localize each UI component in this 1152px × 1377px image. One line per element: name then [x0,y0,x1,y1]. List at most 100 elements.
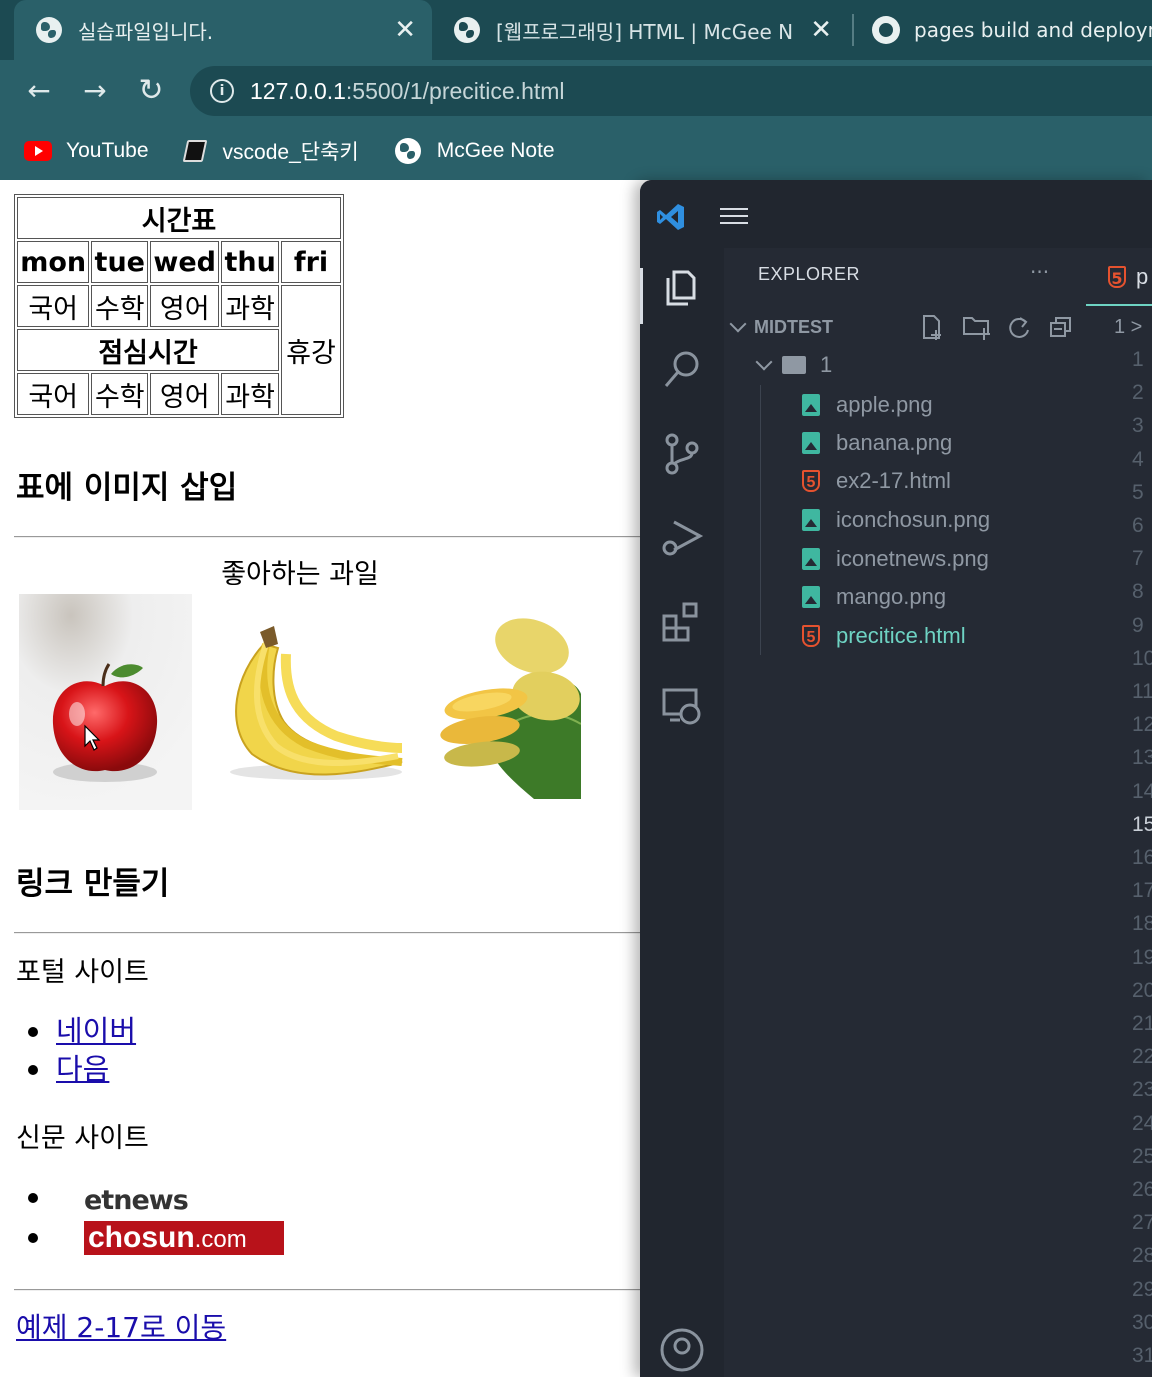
tab-practice[interactable]: 실습파일입니다. ✕ [14,0,432,60]
file-item-current[interactable]: 5 precitice.html [724,617,1112,655]
image-file-icon [802,586,820,608]
image-file-icon [802,509,820,531]
divider [14,536,642,538]
subject-cell: 국어 [17,373,90,415]
tab-title: 실습파일입니다. [78,19,214,44]
chosun-logo-suffix: .com [194,1226,247,1253]
bookmark-mcgee-note[interactable]: McGee Note [394,138,555,164]
new-folder-icon[interactable] [962,314,992,340]
naver-link[interactable]: 네이버 [56,1014,136,1048]
run-debug-icon[interactable] [660,516,704,560]
tab-github-pages[interactable]: pages build and deploym [858,0,1152,60]
more-actions-icon[interactable]: ··· [1030,260,1049,284]
file-name: apple.png [836,392,933,417]
file-name: iconchosun.png [836,507,991,532]
line-number: 21 [1132,1012,1152,1035]
folder-open-icon [782,356,806,374]
browser-toolbar: ← → ↻ i 127.0.0.1:5500/1/precitice.html [0,60,1152,122]
line-number: 9 [1132,613,1144,637]
line-number: 31 [1132,1344,1152,1367]
line-number: 10 [1132,646,1152,670]
refresh-icon[interactable] [1006,314,1032,340]
files-icon[interactable] [660,266,704,310]
html-file-icon: 5 [802,470,820,492]
image-file-icon [802,394,820,416]
news-link-list: etnews chosun.com [28,1178,284,1260]
file-item[interactable]: iconchosun.png [724,501,1112,539]
friday-cell: 휴강 [281,285,341,415]
vscode-titlebar [640,180,1152,248]
subject-cell: 국어 [17,285,90,327]
subject-cell: 과학 [221,285,279,327]
folder-name: 1 [820,352,833,377]
github-icon [872,16,900,44]
line-number-gutter: 1 2 3 4 5 6 7 8 9 10 11 12 13 14 15 16 17 18 19 20 21 22 23 24 2… [1132,348,1152,1377]
source-control-icon[interactable] [660,432,704,476]
collapse-all-icon[interactable] [1048,314,1074,340]
daum-link[interactable]: 다음 [56,1052,109,1086]
example-2-17-link[interactable]: 예제 2-17로 이동 [16,1306,226,1346]
book-icon [182,140,207,162]
file-item[interactable]: banana.png [724,424,1112,462]
extensions-icon[interactable] [660,600,704,644]
file-name: banana.png [836,430,953,455]
bookmark-label: vscode_단축키 [222,141,359,164]
line-number: 28 [1132,1244,1152,1268]
list-item: 네이버 [27,1012,136,1050]
back-icon[interactable]: ← [22,74,56,108]
file-item[interactable]: iconetnews.png [724,540,1112,578]
bookmark-vscode-shortcuts[interactable]: vscode_단축키 [182,136,359,166]
search-icon[interactable] [660,348,704,392]
line-number: 17 [1132,879,1152,903]
file-item[interactable]: 5 ex2-17.html [724,462,1112,500]
timetable-title: 시간표 [17,197,341,239]
banana-image [206,614,406,784]
vscode-window: EXPLORER ··· MIDTEST 1 apple.png banana.… [640,180,1152,1377]
remote-explorer-icon[interactable] [660,684,704,728]
folder-row[interactable]: 1 [724,346,1112,384]
line-number: 12 [1132,713,1152,737]
url-host: 127.0.0.1 [250,77,346,104]
account-icon[interactable] [660,1328,704,1372]
vscode-logo-icon [657,204,684,230]
forward-icon[interactable]: → [78,74,112,108]
editor-tab-partial[interactable]: 5 p [1086,250,1152,306]
etnews-logo-link[interactable]: etnews [84,1182,189,1220]
line-number: 27 [1132,1211,1152,1235]
bookmarks-bar: YouTube vscode_단축키 McGee Note [0,122,1152,180]
file-item[interactable]: apple.png [724,386,1112,424]
subject-cell: 수학 [91,285,149,327]
list-item: etnews [28,1178,284,1220]
reload-icon[interactable]: ↻ [134,74,168,108]
divider [14,932,642,934]
close-icon[interactable]: ✕ [394,15,416,45]
tab-mcgee[interactable]: [웹프로그래밍] HTML | McGee N ✕ [432,0,848,60]
menu-icon[interactable] [720,208,748,224]
close-icon[interactable]: ✕ [810,15,832,45]
day-header: mon [17,241,90,283]
file-name: mango.png [836,584,947,609]
day-header: wed [150,241,220,283]
chosun-logo-link[interactable]: chosun.com [84,1221,284,1255]
line-number: 1 [1132,348,1144,371]
subject-cell: 영어 [150,373,220,415]
file-item[interactable]: mango.png [724,578,1112,616]
line-number: 16 [1132,846,1152,869]
explorer-title: EXPLORER [758,264,861,284]
line-number: 4 [1132,447,1144,471]
new-file-icon[interactable] [920,314,944,340]
line-number: 15 [1132,812,1152,836]
bookmark-youtube[interactable]: YouTube [24,139,149,163]
html-file-icon: 5 [802,625,820,647]
chevron-down-icon [729,315,747,333]
timetable: 시간표 mon tue wed thu fri 국어 수학 영어 과학 휴강 점… [14,194,344,418]
divider [14,1289,642,1291]
info-icon[interactable]: i [210,79,234,103]
line-number: 7 [1132,547,1144,571]
portal-link-list: 네이버 다음 [27,1012,136,1088]
file-name: precitice.html [836,623,966,648]
image-file-icon [802,432,820,454]
address-bar[interactable]: i 127.0.0.1:5500/1/precitice.html [190,66,1152,116]
image-section-heading: 표에 이미지 삽입 [16,470,238,506]
day-header: tue [91,241,149,283]
